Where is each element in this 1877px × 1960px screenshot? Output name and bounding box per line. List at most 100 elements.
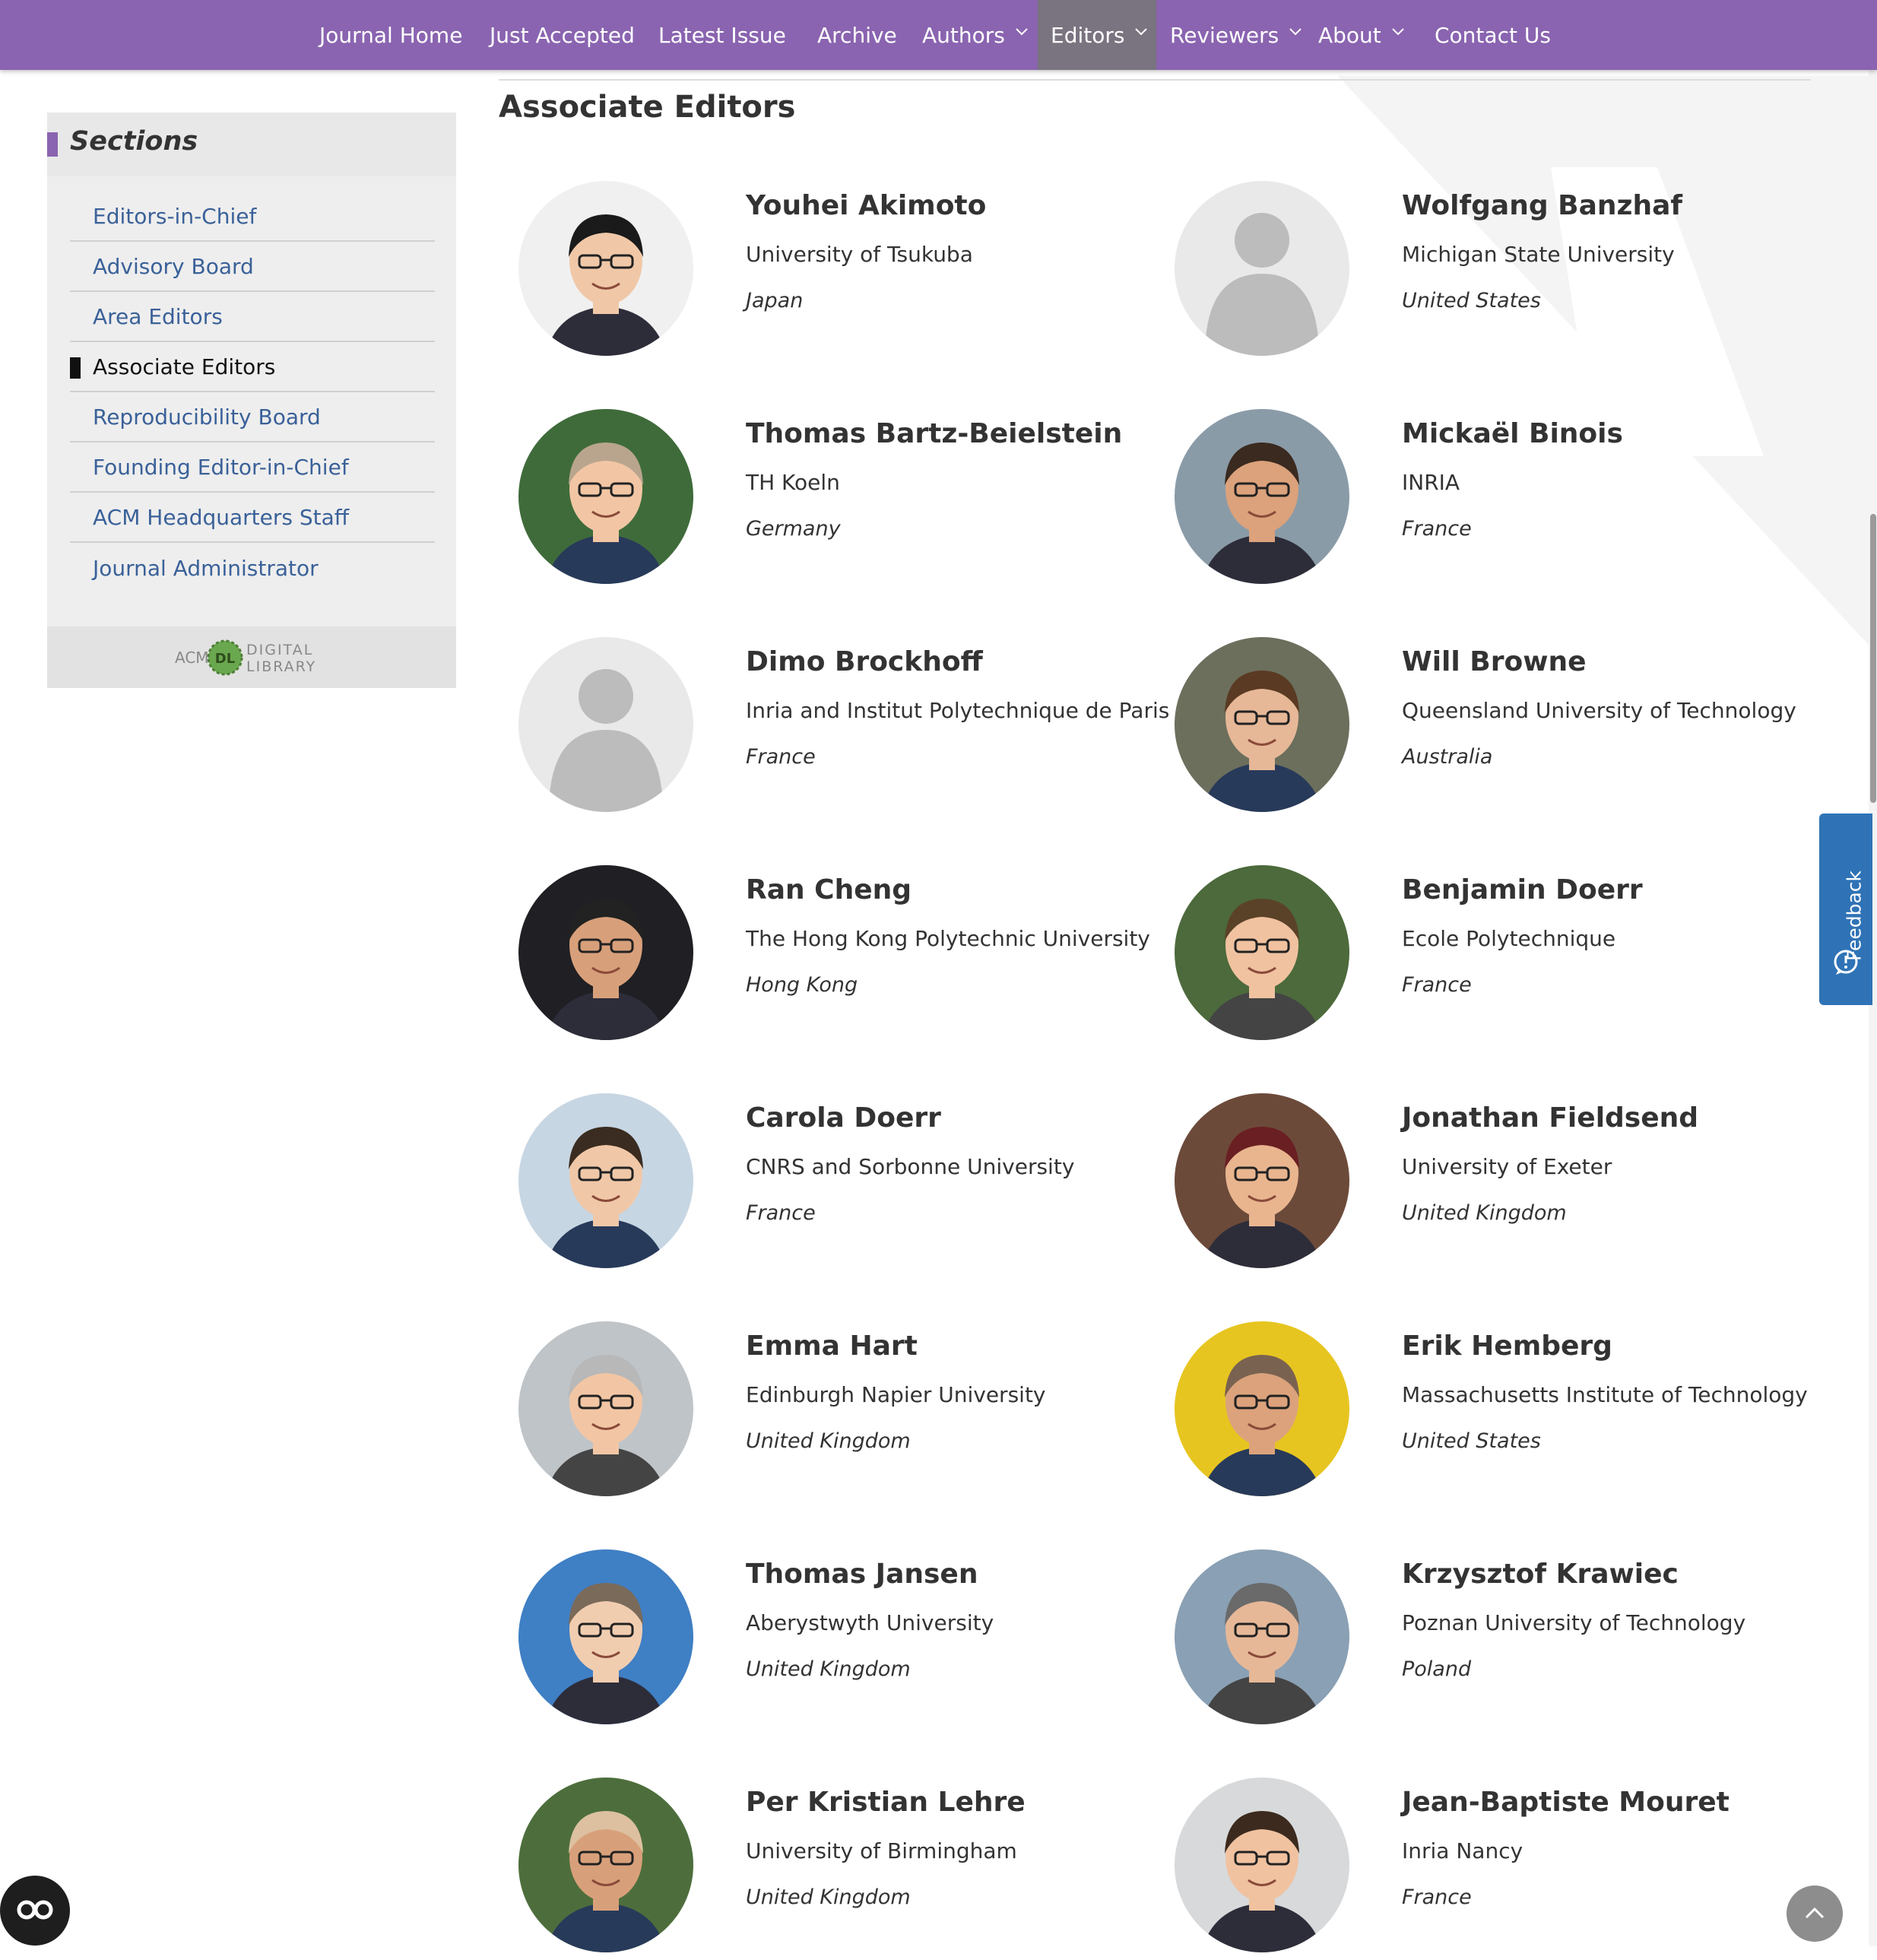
editor-affiliation: INRIA <box>1402 470 1460 495</box>
editor-name: Thomas Jansen <box>746 1559 978 1590</box>
nav-editors[interactable]: Editors <box>1038 0 1156 70</box>
sidebar-item-acm-staff[interactable]: ACM Headquarters Staff <box>70 493 435 543</box>
content-divider <box>499 79 1811 81</box>
editor-country: Germany <box>746 517 841 541</box>
editor-card: Jonathan Fieldsend University of Exeter Un… <box>1155 1093 1809 1276</box>
chevron-up-icon <box>1805 1907 1825 1919</box>
editor-name: Per Kristian Lehre <box>746 1787 1026 1818</box>
editor-card: Wolfgang Banzhaf Michigan State Universit… <box>1155 181 1809 363</box>
editor-affiliation: University of Birmingham <box>746 1838 1017 1863</box>
editor-photo <box>518 1778 693 1952</box>
editor-affiliation: Poznan University of Technology <box>1402 1610 1746 1635</box>
editor-country: United Kingdom <box>1402 1201 1567 1225</box>
sections-sidebar: Sections Editors-in-Chief Advisory Board… <box>47 113 456 688</box>
editor-affiliation: Inria Nancy <box>1402 1838 1523 1863</box>
editor-photo <box>518 1321 693 1496</box>
sidebar-item-journal-administrator[interactable]: Journal Administrator <box>70 543 435 593</box>
editor-card: Benjamin Doerr Ecole Polytechnique France <box>1155 865 1809 1048</box>
page-title: Associate Editors <box>499 90 796 125</box>
scrollbar-track[interactable] <box>1869 70 1877 1946</box>
scrollbar-thumb[interactable] <box>1870 514 1876 803</box>
sidebar-item-founding-editor[interactable]: Founding Editor-in-Chief <box>70 442 435 493</box>
editor-name: Dimo Brockhoff <box>746 646 983 677</box>
editor-card: Youhei Akimoto University of Tsukuba Japan <box>499 181 1153 363</box>
editor-name: Krzysztof Krawiec <box>1402 1559 1679 1590</box>
editor-photo <box>518 409 693 584</box>
sidebar-item-reproducibility-board[interactable]: Reproducibility Board <box>70 392 435 442</box>
editor-affiliation: Michigan State University <box>1402 242 1675 267</box>
editor-affiliation: Massachusetts Institute of Technology <box>1402 1382 1808 1407</box>
chevron-down-icon <box>1392 27 1404 38</box>
sidebar-item-editors-in-chief[interactable]: Editors-in-Chief <box>70 192 435 242</box>
editor-name: Jean-Baptiste Mouret <box>1402 1787 1730 1818</box>
chevron-down-icon <box>1289 27 1302 38</box>
accessibility-button[interactable] <box>0 1876 70 1946</box>
back-to-top-button[interactable] <box>1787 1885 1843 1942</box>
editor-affiliation: Ecole Polytechnique <box>1402 926 1616 951</box>
svg-text:ACM: ACM <box>175 649 209 667</box>
editor-card: Carola Doerr CNRS and Sorbonne University… <box>499 1093 1153 1276</box>
editor-country: France <box>746 745 816 769</box>
editor-country: United Kingdom <box>746 1429 911 1453</box>
editor-card: Thomas Bartz-Beielstein TH Koeln Germany <box>499 409 1153 591</box>
sidebar-header: Sections <box>47 113 456 176</box>
editor-photo <box>1175 1778 1349 1952</box>
sidebar-item-advisory-board[interactable]: Advisory Board <box>70 242 435 292</box>
nav-just-accepted[interactable]: Just Accepted <box>490 0 635 70</box>
editor-country: Hong Kong <box>746 973 858 997</box>
feedback-tab[interactable]: Feedback <box>1819 813 1872 1005</box>
nav-reviewers[interactable]: Reviewers <box>1170 0 1302 70</box>
nav-journal-home[interactable]: Journal Home <box>319 0 462 70</box>
svg-text:DIGITAL: DIGITAL <box>246 642 313 658</box>
editor-photo <box>1175 1549 1349 1724</box>
sidebar-item-associate-editors[interactable]: Associate Editors <box>70 342 435 392</box>
nav-contact-us[interactable]: Contact Us <box>1435 0 1551 70</box>
editor-name: Emma Hart <box>746 1330 918 1362</box>
editor-photo <box>518 865 693 1040</box>
editor-country: France <box>1402 973 1472 997</box>
sidebar-title: Sections <box>70 126 198 157</box>
acm-digital-library-logo[interactable]: ACM DL DIGITAL LIBRARY <box>175 634 342 680</box>
sidebar-list: Editors-in-Chief Advisory Board Area Edi… <box>70 192 435 593</box>
editor-card: Thomas Jansen Aberystwyth University Unite… <box>499 1549 1153 1732</box>
editor-name: Jonathan Fieldsend <box>1402 1102 1699 1134</box>
editor-country: United States <box>1402 289 1541 312</box>
editor-country: Australia <box>1402 745 1493 769</box>
svg-text:DL: DL <box>215 651 235 667</box>
editor-affiliation: The Hong Kong Polytechnic University <box>746 926 1150 951</box>
editor-country: France <box>746 1201 816 1225</box>
editor-card: Will Browne Queensland University of Tech… <box>1155 637 1809 820</box>
svg-text:LIBRARY: LIBRARY <box>246 658 316 675</box>
editor-name: Benjamin Doerr <box>1402 874 1643 905</box>
sidebar-item-area-editors[interactable]: Area Editors <box>70 292 435 342</box>
editor-country: Poland <box>1402 1657 1472 1681</box>
editor-name: Erik Hemberg <box>1402 1330 1612 1362</box>
editor-card: Mickaël Binois INRIA France <box>1155 409 1809 591</box>
current-section-marker <box>70 357 81 379</box>
chevron-down-icon <box>1016 27 1028 38</box>
editor-country: United Kingdom <box>746 1657 911 1681</box>
editor-card: Jean-Baptiste Mouret Inria Nancy France <box>1155 1778 1809 1960</box>
chevron-down-icon <box>1135 27 1148 38</box>
nav-latest-issue[interactable]: Latest Issue <box>658 0 786 70</box>
editor-photo <box>518 181 693 356</box>
person-silhouette-icon <box>1175 181 1349 356</box>
editor-name: Wolfgang Banzhaf <box>1402 190 1683 221</box>
editor-affiliation: CNRS and Sorbonne University <box>746 1154 1075 1179</box>
editor-card: Krzysztof Krawiec Poznan University of Te… <box>1155 1549 1809 1732</box>
editor-affiliation: TH Koeln <box>746 470 840 495</box>
editor-photo <box>518 1549 693 1724</box>
editor-photo <box>1175 1093 1349 1268</box>
accessibility-icon <box>17 1900 53 1920</box>
editor-name: Thomas Bartz-Beielstein <box>746 418 1123 449</box>
editor-affiliation: Queensland University of Technology <box>1402 698 1796 723</box>
nav-authors[interactable]: Authors <box>922 0 1028 70</box>
editor-card: Erik Hemberg Massachusetts Institute of T… <box>1155 1321 1809 1504</box>
nav-archive[interactable]: Archive <box>817 0 897 70</box>
person-silhouette-icon <box>518 637 693 812</box>
editor-name: Will Browne <box>1402 646 1587 677</box>
nav-about[interactable]: About <box>1318 0 1404 70</box>
editor-name: Carola Doerr <box>746 1102 941 1134</box>
editor-photo <box>1175 409 1349 584</box>
editor-affiliation: Aberystwyth University <box>746 1610 994 1635</box>
